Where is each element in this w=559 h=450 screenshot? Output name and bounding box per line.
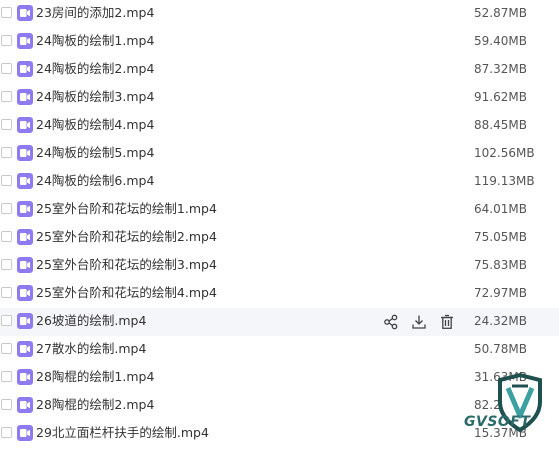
row-checkbox[interactable] xyxy=(1,147,12,158)
file-name[interactable]: 24陶板的绘制6.mp4 xyxy=(36,172,154,190)
file-size: 50.78MB xyxy=(474,342,527,356)
video-file-icon xyxy=(17,145,33,161)
row-checkbox[interactable] xyxy=(1,287,12,298)
file-name[interactable]: 25室外台阶和花坛的绘制2.mp4 xyxy=(36,228,217,246)
file-size: 102.56MB xyxy=(474,146,535,160)
file-name[interactable]: 23房间的添加2.mp4 xyxy=(36,4,154,22)
file-name[interactable]: 29北立面栏杆扶手的绘制.mp4 xyxy=(36,424,209,442)
video-file-icon xyxy=(17,425,33,441)
video-file-icon xyxy=(17,173,33,189)
video-file-icon xyxy=(17,33,33,49)
file-row[interactable]: 24陶板的绘制2.mp4 87.32MB xyxy=(0,56,559,84)
gvsoft-logo-icon xyxy=(498,372,542,433)
file-row[interactable]: 25室外台阶和花坛的绘制2.mp4 75.05MB xyxy=(0,224,559,252)
file-name[interactable]: 24陶板的绘制3.mp4 xyxy=(36,88,154,106)
file-size: 52.87MB xyxy=(474,6,527,20)
file-row[interactable]: 24陶板的绘制4.mp4 88.45MB xyxy=(0,112,559,140)
file-name[interactable]: 28陶棍的绘制1.mp4 xyxy=(36,368,154,386)
row-checkbox[interactable] xyxy=(1,119,12,130)
row-checkbox[interactable] xyxy=(1,231,12,242)
file-size: 87.32MB xyxy=(474,62,527,76)
file-name[interactable]: 24陶板的绘制2.mp4 xyxy=(36,60,154,78)
row-checkbox[interactable] xyxy=(1,427,12,438)
file-size: 64.01MB xyxy=(474,202,527,216)
row-checkbox[interactable] xyxy=(1,399,12,410)
video-file-icon xyxy=(17,285,33,301)
file-row[interactable]: 25室外台阶和花坛的绘制1.mp4 64.01MB xyxy=(0,196,559,224)
file-name[interactable]: 25室外台阶和花坛的绘制3.mp4 xyxy=(36,256,217,274)
file-row[interactable]: 25室外台阶和花坛的绘制3.mp4 75.83MB xyxy=(0,252,559,280)
video-file-icon xyxy=(17,61,33,77)
file-row[interactable]: 24陶板的绘制5.mp4 102.56MB xyxy=(0,140,559,168)
row-checkbox[interactable] xyxy=(1,63,12,74)
share-icon[interactable] xyxy=(382,313,400,331)
video-file-icon xyxy=(17,341,33,357)
video-file-icon xyxy=(17,89,33,105)
row-checkbox[interactable] xyxy=(1,203,12,214)
file-row-hovered[interactable]: 26坡道的绘制.mp4 24.32MB xyxy=(0,308,559,336)
file-name[interactable]: 28陶棍的绘制2.mp4 xyxy=(36,396,154,414)
file-size: 72.97MB xyxy=(474,286,527,300)
file-size: 75.83MB xyxy=(474,258,527,272)
file-name[interactable]: 25室外台阶和花坛的绘制4.mp4 xyxy=(36,284,217,302)
file-name[interactable]: 26坡道的绘制.mp4 xyxy=(36,312,146,330)
file-row[interactable]: 25室外台阶和花坛的绘制4.mp4 72.97MB xyxy=(0,280,559,308)
row-checkbox[interactable] xyxy=(1,371,12,382)
video-file-icon xyxy=(17,257,33,273)
row-checkbox[interactable] xyxy=(1,315,12,326)
video-file-icon xyxy=(17,201,33,217)
video-file-icon xyxy=(17,117,33,133)
file-size: 59.40MB xyxy=(474,34,527,48)
row-checkbox[interactable] xyxy=(1,175,12,186)
file-size: 119.13MB xyxy=(474,174,535,188)
file-row[interactable]: 27散水的绘制.mp4 50.78MB xyxy=(0,336,559,364)
file-size: 91.62MB xyxy=(474,90,527,104)
file-name[interactable]: 25室外台阶和花坛的绘制1.mp4 xyxy=(36,200,217,218)
row-checkbox[interactable] xyxy=(1,91,12,102)
file-name[interactable]: 27散水的绘制.mp4 xyxy=(36,340,146,358)
file-row[interactable]: 23房间的添加2.mp4 52.87MB xyxy=(0,0,559,28)
video-file-icon xyxy=(17,5,33,21)
file-name[interactable]: 24陶板的绘制5.mp4 xyxy=(36,144,154,162)
file-size: 88.45MB xyxy=(474,118,527,132)
video-file-icon xyxy=(17,313,33,329)
video-file-icon xyxy=(17,369,33,385)
row-checkbox[interactable] xyxy=(1,343,12,354)
file-row[interactable]: 24陶板的绘制3.mp4 91.62MB xyxy=(0,84,559,112)
file-row[interactable]: 24陶板的绘制1.mp4 59.40MB xyxy=(0,28,559,56)
row-checkbox[interactable] xyxy=(1,259,12,270)
file-size: 75.05MB xyxy=(474,230,527,244)
video-file-icon xyxy=(17,397,33,413)
download-icon[interactable] xyxy=(410,313,428,331)
file-name[interactable]: 24陶板的绘制1.mp4 xyxy=(36,32,154,50)
file-size: 24.32MB xyxy=(474,314,527,328)
watermark-text: GVSOFT xyxy=(464,414,531,430)
file-name[interactable]: 24陶板的绘制4.mp4 xyxy=(36,116,154,134)
row-checkbox[interactable] xyxy=(1,35,12,46)
file-row[interactable]: 24陶板的绘制6.mp4 119.13MB xyxy=(0,168,559,196)
delete-icon[interactable] xyxy=(438,313,456,331)
video-file-icon xyxy=(17,229,33,245)
row-checkbox[interactable] xyxy=(1,7,12,18)
